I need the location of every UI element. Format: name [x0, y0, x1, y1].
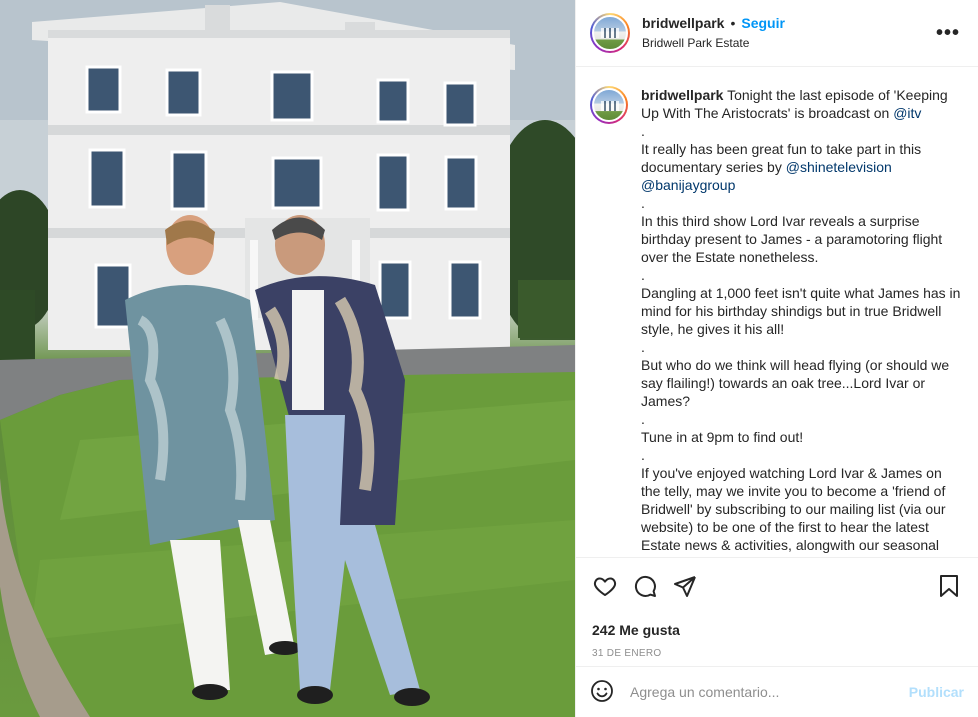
bookmark-icon[interactable] [936, 573, 962, 599]
comment-box: Publicar [576, 666, 978, 717]
paper-plane-icon[interactable] [672, 573, 698, 599]
post-photo[interactable] [0, 0, 575, 717]
mention-link[interactable]: @itv [893, 105, 921, 121]
more-options-icon[interactable]: ••• [936, 22, 960, 45]
post-date[interactable]: 31 DE ENERO [592, 648, 962, 659]
header-text: bridwellpark • Seguir Bridwell Park Esta… [642, 15, 785, 50]
username-link[interactable]: bridwellpark [642, 15, 724, 32]
separator-dot: • [730, 15, 736, 32]
header-row: bridwellpark • Seguir [642, 15, 785, 32]
action-icon-row [592, 572, 962, 600]
caption-avatar[interactable] [590, 86, 628, 124]
caption-text: bridwellpark Tonight the last episode of… [641, 86, 964, 554]
location-link[interactable]: Bridwell Park Estate [642, 36, 785, 50]
post-side-panel: bridwellpark • Seguir Bridwell Park Esta… [575, 0, 978, 717]
caption-username[interactable]: bridwellpark [641, 87, 723, 103]
caption-segment: . In this third show Lord Ivar reveals a… [641, 195, 961, 553]
smiley-icon[interactable] [590, 679, 616, 705]
caption-area: bridwellpark Tonight the last episode of… [576, 68, 978, 557]
comment-input[interactable] [630, 684, 909, 700]
likes-count[interactable]: 242 Me gusta [592, 622, 962, 638]
comment-icon[interactable] [632, 573, 658, 599]
post-header: bridwellpark • Seguir Bridwell Park Esta… [576, 0, 978, 67]
profile-avatar[interactable] [590, 13, 630, 53]
post-photo-illustration [0, 0, 575, 717]
post-actions: 242 Me gusta 31 DE ENERO [576, 557, 978, 667]
post-comment-button[interactable]: Publicar [909, 684, 964, 700]
mention-link[interactable]: @banijaygroup [641, 177, 735, 193]
follow-button[interactable]: Seguir [741, 15, 785, 32]
caption-comment: bridwellpark Tonight the last episode of… [590, 86, 964, 554]
heart-icon[interactable] [592, 573, 618, 599]
instagram-post-view: bridwellpark • Seguir Bridwell Park Esta… [0, 0, 978, 717]
mention-link[interactable]: @shinetelevision [786, 159, 892, 175]
caption-body: Tonight the last episode of 'Keeping Up … [641, 87, 964, 553]
